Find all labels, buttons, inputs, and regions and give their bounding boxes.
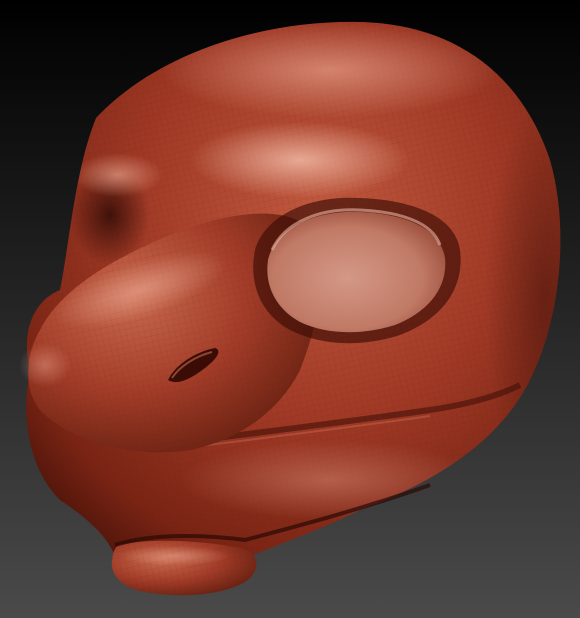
nose-tip-highlight (19, 343, 71, 387)
brow-highlight (190, 122, 410, 198)
far-brow-highlight (73, 153, 163, 197)
sculpt-canvas (0, 0, 580, 618)
sculpt-viewport[interactable] (0, 0, 580, 618)
